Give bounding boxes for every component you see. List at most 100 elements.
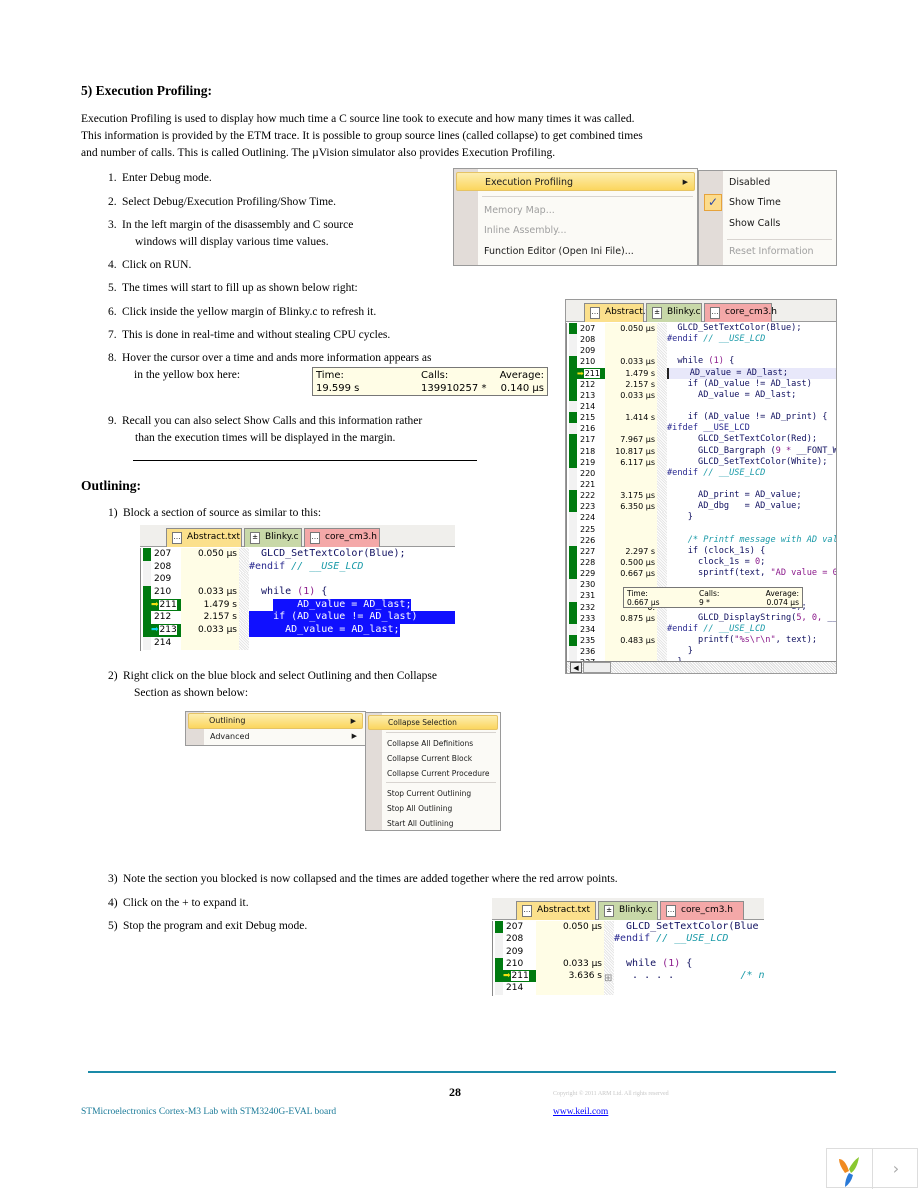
menu-item-stop-all-outlining[interactable]: Stop All Outlining	[368, 802, 498, 817]
execution-time[interactable]	[181, 573, 239, 587]
code-line[interactable]: ➡2113.636 s⊞ . . . . /* no	[493, 970, 764, 984]
code-line[interactable]: 222 3.175 µs AD_print = AD_value;	[567, 490, 836, 502]
execution-time[interactable]: 0.033 µs	[181, 624, 239, 637]
code-line[interactable]: 209	[567, 345, 836, 357]
execution-time[interactable]: 0.500 µs	[605, 556, 657, 569]
execution-time[interactable]	[605, 345, 657, 357]
menu-item-execution-profiling[interactable]: Execution Profiling ▶	[456, 172, 695, 191]
execution-time[interactable]	[536, 933, 604, 946]
menu-item-advanced[interactable]: Advanced ▶	[188, 729, 363, 744]
execution-time[interactable]	[605, 623, 657, 635]
menu-item-start-all-outlining[interactable]: Start All Outlining	[368, 817, 498, 832]
execution-time[interactable]: 2.157 s	[605, 378, 657, 390]
scroll-thumb[interactable]	[583, 662, 611, 673]
execution-time[interactable]: 0.483 µs	[605, 634, 657, 647]
execution-time[interactable]	[605, 423, 657, 435]
execution-time[interactable]: 1.479 s	[605, 367, 657, 379]
code-line[interactable]: 207 0.050 µs GLCD_SetTextColor(Blue);	[141, 548, 455, 561]
code-line[interactable]: 233 0.875 µs GLCD_DisplayString(5, 0, __	[567, 612, 836, 624]
tab-blinky-c[interactable]: ± Blinky.c	[646, 303, 702, 322]
code-line[interactable]: 216 #ifdef __USE_LCD	[567, 423, 836, 435]
tab-core-cm3-h[interactable]: … core_cm3.h	[660, 901, 744, 920]
next-page-chevron-icon[interactable]: ›	[874, 1149, 918, 1189]
tab-abstract-txt[interactable]: … Abstract.txt	[516, 901, 596, 920]
menu-item-function-editor[interactable]: Function Editor (Open Ini File)...	[456, 242, 695, 261]
code-line[interactable]: 207 0.050 µs GLCD_SetTextColor(Blue	[493, 921, 764, 934]
execution-time[interactable]: 0.050 µs	[605, 323, 657, 335]
execution-time[interactable]: 0.033 µs	[605, 389, 657, 401]
code-line[interactable]: 209	[141, 573, 455, 587]
code-line[interactable]: ➡211 1.479 s AD_value = AD_last;	[567, 367, 836, 379]
execution-time[interactable]: 2.157 s	[181, 611, 239, 625]
execution-time[interactable]: 7.967 µs	[605, 434, 657, 446]
code-line[interactable]: 207 0.050 µs GLCD_SetTextColor(Blue);	[567, 323, 836, 335]
menu-item-inline-assembly[interactable]: Inline Assembly...	[456, 221, 695, 240]
menu-item-disabled[interactable]: Disabled	[701, 173, 834, 192]
execution-time[interactable]: 2.297 s	[605, 545, 657, 557]
menu-item-show-calls[interactable]: Show Calls	[701, 214, 834, 233]
menu-item-collapse-all-definitions[interactable]: Collapse All Definitions	[368, 737, 498, 752]
code-line[interactable]: 235 0.483 µs printf("%s\r\n", text);	[567, 634, 836, 647]
code-line[interactable]: 217 7.967 µs GLCD_SetTextColor(Red);	[567, 434, 836, 446]
tab-blinky-c[interactable]: ± Blinky.c	[244, 528, 302, 547]
execution-time[interactable]	[605, 523, 657, 535]
execution-time[interactable]	[605, 646, 657, 658]
execution-time[interactable]	[605, 478, 657, 491]
keil-link[interactable]: www.keil.com	[553, 1105, 628, 1119]
code-line[interactable]: 212 2.157 s if (AD_value != AD_last)	[567, 378, 836, 390]
execution-time[interactable]: 0.033 µs	[536, 957, 604, 971]
code-line[interactable]: 210 0.033 µs while (1) {	[141, 586, 455, 599]
tab-core-cm3-h[interactable]: … core_cm3.h	[704, 303, 777, 322]
tab-abstract-txt[interactable]: … Abstract.txt	[166, 528, 242, 547]
code-line[interactable]: 227 2.297 s if (clock_1s) {	[567, 545, 836, 557]
tab-core-cm3-h[interactable]: … core_cm3.h	[304, 528, 380, 547]
code-line[interactable]: 218 10.817 µs GLCD_Bargraph (9 * __FONT_W	[567, 445, 836, 457]
execution-time[interactable]	[605, 534, 657, 546]
execution-time[interactable]	[605, 467, 657, 479]
execution-time[interactable]	[605, 400, 657, 413]
tab-blinky-c[interactable]: ± Blinky.c	[598, 901, 658, 920]
menu-item-collapse-current-block[interactable]: Collapse Current Block	[368, 752, 498, 767]
code-line[interactable]: 214	[493, 982, 764, 995]
menu-item-collapse-current-procedure[interactable]: Collapse Current Procedure	[368, 767, 498, 782]
scroll-left-arrow-icon[interactable]: ◀	[570, 662, 582, 673]
execution-time[interactable]	[605, 512, 657, 524]
code-line[interactable]: 208 #endif // __USE_LCD	[493, 933, 764, 946]
execution-time[interactable]: 0.033 µs	[605, 356, 657, 368]
menu-item-outlining[interactable]: Outlining ▶	[188, 713, 363, 729]
execution-time[interactable]	[181, 636, 239, 650]
code-line[interactable]: 219 6.117 µs GLCD_SetTextColor(White);	[567, 456, 836, 468]
menu-item-collapse-selection[interactable]: Collapse Selection	[368, 715, 498, 730]
code-line[interactable]: 225	[567, 523, 836, 535]
execution-time[interactable]: 0.050 µs	[181, 548, 239, 561]
execution-time[interactable]: 3.636 s	[536, 970, 604, 983]
menu-item-stop-current-outlining[interactable]: Stop Current Outlining	[368, 787, 498, 802]
execution-time[interactable]: 10.817 µs	[605, 445, 657, 457]
code-line[interactable]: 212 2.157 s if (AD_value != AD_last)	[141, 611, 455, 625]
code-line[interactable]: 223 6.350 µs AD_dbg = AD_value;	[567, 501, 836, 513]
code-line[interactable]: 221	[567, 478, 836, 491]
menu-item-show-time[interactable]: ✓ Show Time	[701, 193, 834, 212]
execution-time[interactable]	[181, 560, 239, 574]
code-line[interactable]: ➡211 1.479 s AD_value = AD_last;	[141, 598, 455, 612]
code-line[interactable]: 213 0.033 µs AD_value = AD_last;	[567, 389, 836, 401]
code-line[interactable]: 208 #endif // __USE_LCD	[141, 560, 455, 574]
code-line[interactable]: 215 1.414 s if (AD_value != AD_print) {	[567, 412, 836, 424]
execution-time[interactable]: 1.414 s	[605, 412, 657, 424]
execution-time[interactable]	[605, 334, 657, 346]
execution-time[interactable]: 6.117 µs	[605, 456, 657, 468]
menu-item-reset-information[interactable]: Reset Information	[701, 242, 834, 261]
execution-time[interactable]: 1.479 s	[181, 598, 239, 612]
code-line[interactable]: 229 0.667 µs sprintf(text, "AD value = 0	[567, 568, 836, 580]
code-line[interactable]: 228 0.500 µs clock_1s = 0;	[567, 556, 836, 569]
code-line[interactable]: 226 /* Printf message with AD val	[567, 534, 836, 546]
execution-time[interactable]: 0.033 µs	[181, 586, 239, 599]
code-line[interactable]: 208 #endif // __USE_LCD	[567, 334, 836, 346]
code-line[interactable]: 210 0.033 µs while (1) {	[567, 356, 836, 368]
menu-item-memory-map[interactable]: Memory Map...	[456, 201, 695, 220]
code-line[interactable]: 214	[141, 636, 455, 650]
code-line[interactable]: 224 }	[567, 512, 836, 524]
code-line[interactable]: 220 #endif // __USE_LCD	[567, 467, 836, 479]
code-line[interactable]: 214	[567, 400, 836, 413]
execution-time[interactable]: 0.050 µs	[536, 921, 604, 934]
